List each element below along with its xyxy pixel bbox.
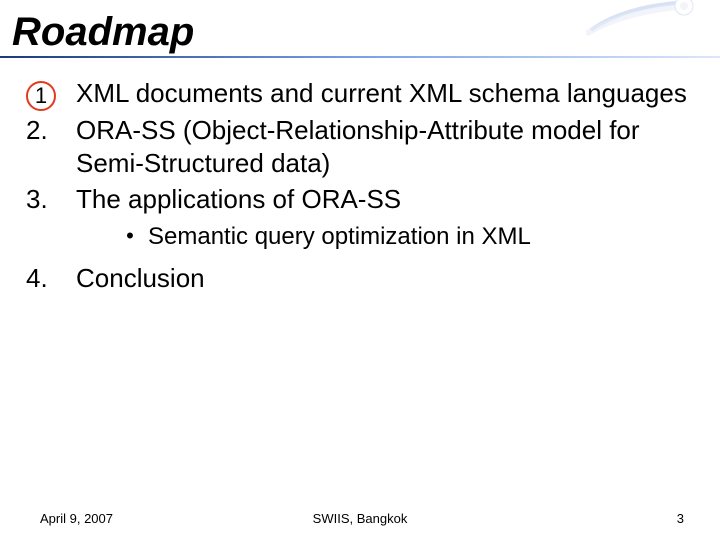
item-number: 4. <box>24 262 76 295</box>
item-text: XML documents and current XML schema lan… <box>76 77 700 110</box>
list-item: 4. Conclusion <box>24 262 700 295</box>
highlight-circle-icon: 1 <box>26 81 56 111</box>
list-item: 3. The applications of ORA-SS <box>24 183 700 216</box>
item-text: ORA-SS (Object-Relationship-Attribute mo… <box>76 114 700 179</box>
list-item: 2. ORA-SS (Object-Relationship-Attribute… <box>24 114 700 179</box>
title-area: Roadmap <box>0 0 720 55</box>
item-number: 2. <box>24 114 76 147</box>
sub-list-item: • Semantic query optimization in XML <box>112 222 700 252</box>
bullet-icon: • <box>112 222 148 250</box>
list-item: 1 XML documents and current XML schema l… <box>24 77 700 110</box>
item-number: 1 <box>35 85 47 107</box>
item-text: Conclusion <box>76 262 700 295</box>
slide-title: Roadmap <box>12 10 720 55</box>
footer-page-number: 3 <box>677 511 684 526</box>
outline-list: 1 XML documents and current XML schema l… <box>24 77 700 294</box>
sub-list: • Semantic query optimization in XML <box>112 222 700 252</box>
item-number: 3. <box>24 183 76 216</box>
slide-footer: April 9, 2007 SWIIS, Bangkok 3 <box>0 511 720 526</box>
sub-item-text: Semantic query optimization in XML <box>148 222 531 252</box>
title-underline <box>0 56 720 58</box>
item-number-circled: 1 <box>24 77 76 110</box>
content-area: 1 XML documents and current XML schema l… <box>0 55 720 294</box>
item-text: The applications of ORA-SS <box>76 183 700 216</box>
footer-date: April 9, 2007 <box>40 511 113 526</box>
